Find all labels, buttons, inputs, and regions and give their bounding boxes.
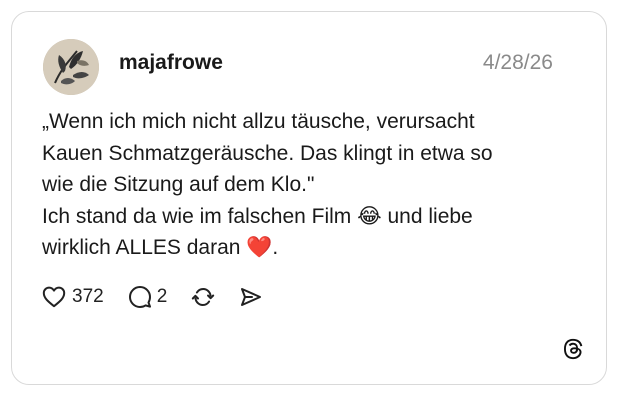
comment-icon <box>128 286 151 308</box>
reply-button[interactable]: 2 <box>128 285 168 309</box>
username[interactable]: majafrowe <box>119 51 223 75</box>
action-bar: 372 2 <box>42 284 263 310</box>
repost-icon <box>192 287 215 307</box>
threads-logo-icon <box>561 337 585 361</box>
send-icon <box>241 288 262 306</box>
reply-count: 2 <box>156 286 168 307</box>
like-button[interactable]: 372 <box>42 286 104 308</box>
post-date: 4/28/26 <box>482 51 553 74</box>
repost-button[interactable] <box>191 285 215 309</box>
post-card: majafrowe 4/28/26 „Wenn ich mich nicht a… <box>11 11 607 385</box>
heart-icon <box>42 286 66 308</box>
post-text: „Wenn ich mich nicht allzu täusche, veru… <box>42 110 493 259</box>
avatar[interactable] <box>43 39 99 95</box>
like-count: 372 <box>72 286 104 307</box>
share-button[interactable] <box>239 285 263 309</box>
avatar-image <box>43 39 99 95</box>
